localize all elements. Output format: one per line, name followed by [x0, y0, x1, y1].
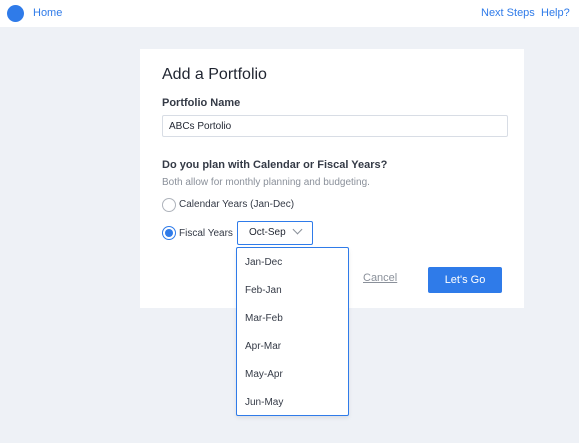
fiscal-years-label[interactable]: Fiscal Years: [179, 228, 233, 239]
dropdown-option[interactable]: May-Apr: [245, 369, 283, 380]
fiscal-years-radio[interactable]: [162, 226, 176, 240]
dropdown-option[interactable]: Mar-Feb: [245, 313, 283, 324]
fiscal-period-dropdown-menu: Jan-Dec Feb-Jan Mar-Feb Apr-Mar May-Apr …: [236, 247, 349, 416]
year-type-question: Do you plan with Calendar or Fiscal Year…: [162, 159, 388, 171]
portfolio-name-label: Portfolio Name: [162, 97, 241, 109]
calendar-years-radio[interactable]: [162, 198, 176, 212]
dropdown-option[interactable]: Jun-May: [245, 397, 283, 408]
cancel-button[interactable]: Cancel: [363, 272, 397, 284]
chevron-down-icon: [292, 224, 303, 235]
calendar-years-label[interactable]: Calendar Years (Jan-Dec): [179, 199, 294, 210]
year-type-help-text: Both allow for monthly planning and budg…: [162, 177, 370, 188]
dropdown-option[interactable]: Feb-Jan: [245, 285, 282, 296]
portfolio-name-input[interactable]: [162, 115, 508, 137]
help-link[interactable]: Help?: [541, 7, 570, 19]
home-link[interactable]: Home: [33, 7, 62, 19]
dropdown-option[interactable]: Jan-Dec: [245, 257, 282, 268]
dropdown-option[interactable]: Apr-Mar: [245, 341, 281, 352]
radio-selected-dot: [165, 229, 173, 237]
lets-go-button[interactable]: Let's Go: [428, 267, 502, 293]
fiscal-period-select[interactable]: Oct-Sep: [237, 221, 313, 245]
top-navigation-bar: Home Next Steps Help?: [0, 0, 579, 27]
next-steps-link[interactable]: Next Steps: [481, 7, 535, 19]
page-title: Add a Portfolio: [162, 66, 267, 83]
fiscal-period-value: Oct-Sep: [249, 227, 286, 238]
logo-icon[interactable]: [7, 5, 24, 22]
